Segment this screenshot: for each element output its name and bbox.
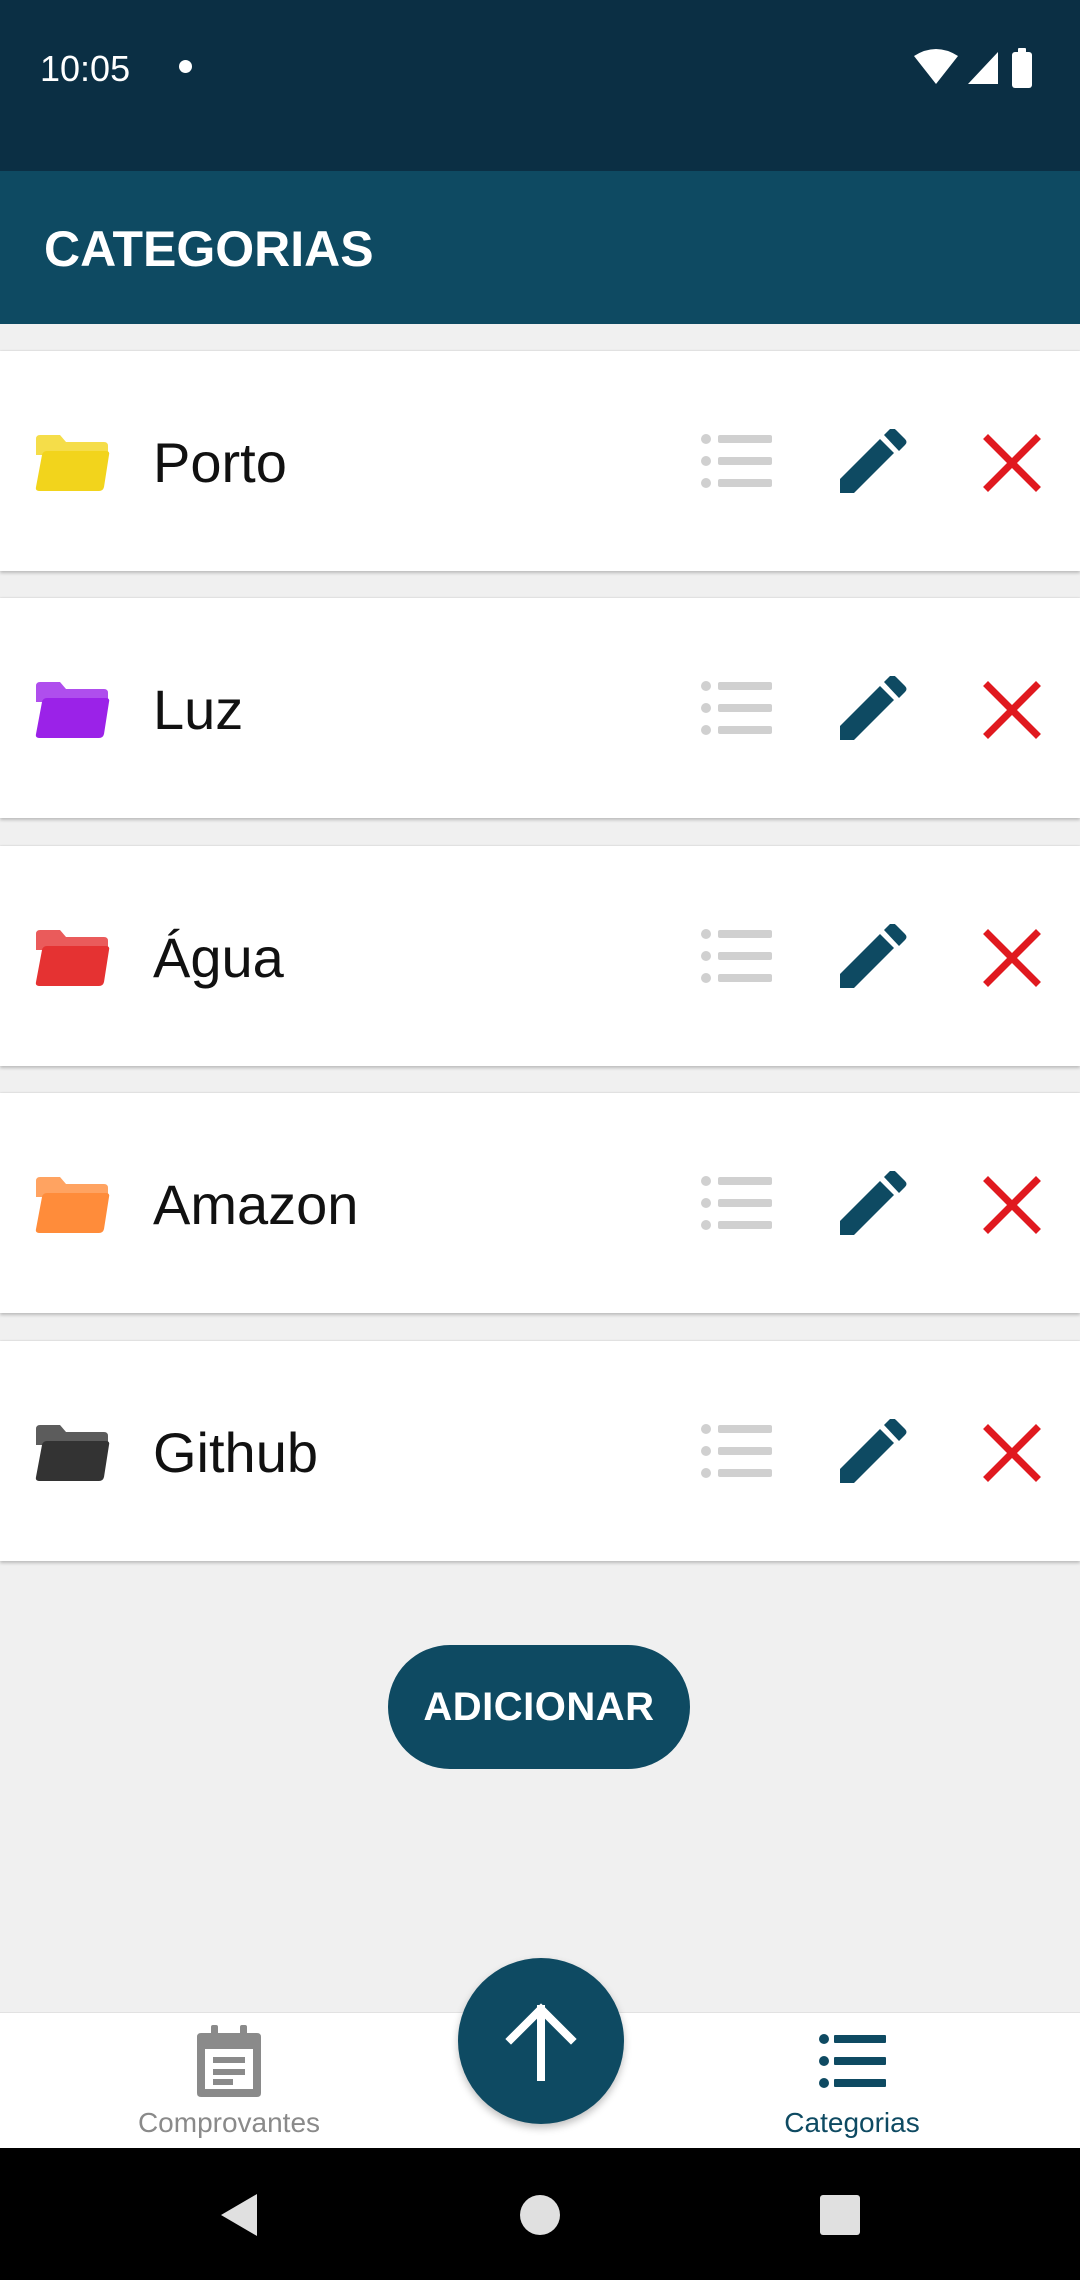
list-icon[interactable]	[700, 1175, 772, 1231]
notification-dot-icon	[179, 60, 192, 73]
wifi-icon	[914, 49, 958, 84]
status-bar: 10:05	[0, 0, 1080, 171]
category-name: Github	[153, 1421, 318, 1484]
delete-x-icon[interactable]	[980, 1421, 1044, 1485]
folder-icon	[35, 1425, 110, 1481]
add-category-button[interactable]: ADICIONAR	[388, 1645, 690, 1769]
list-icon[interactable]	[700, 680, 772, 736]
nav-label-categorias: Categorias	[784, 2107, 920, 2138]
folder-icon	[35, 930, 110, 986]
category-card[interactable]: Porto	[0, 351, 1080, 571]
category-card[interactable]: Github	[0, 1341, 1080, 1561]
folder-icon	[35, 682, 110, 738]
category-name: Porto	[153, 431, 287, 494]
battery-icon	[1012, 48, 1032, 88]
category-card[interactable]: Luz	[0, 598, 1080, 818]
list-icon[interactable]	[700, 433, 772, 489]
delete-x-icon[interactable]	[980, 678, 1044, 742]
edit-pencil-icon[interactable]	[836, 676, 908, 742]
arrow-up-icon	[505, 2003, 577, 2081]
list-icon[interactable]	[700, 1423, 772, 1479]
signal-icon	[968, 52, 998, 84]
delete-x-icon[interactable]	[980, 431, 1044, 495]
category-card[interactable]: Amazon	[0, 1093, 1080, 1313]
category-name: Água	[153, 926, 284, 989]
status-icons	[914, 48, 1044, 88]
upload-fab-button[interactable]	[458, 1958, 624, 2124]
nav-item-comprovantes[interactable]: Comprovantes	[79, 2013, 379, 2149]
folder-icon	[35, 1177, 110, 1233]
category-card[interactable]: Água	[0, 846, 1080, 1066]
delete-x-icon[interactable]	[980, 1173, 1044, 1237]
system-navigation-bar	[0, 2148, 1080, 2280]
back-icon[interactable]	[215, 2190, 265, 2240]
receipt-icon	[197, 2025, 261, 2097]
edit-pencil-icon[interactable]	[836, 1419, 908, 1485]
status-time: 10:05	[40, 48, 131, 89]
edit-pencil-icon[interactable]	[836, 1171, 908, 1237]
category-name: Amazon	[153, 1173, 359, 1236]
page-title: CATEGORIAS	[44, 221, 374, 277]
folder-icon	[35, 435, 110, 491]
edit-pencil-icon[interactable]	[836, 429, 908, 495]
list-icon[interactable]	[700, 928, 772, 984]
category-name: Luz	[153, 678, 244, 741]
delete-x-icon[interactable]	[980, 926, 1044, 990]
recents-icon[interactable]	[815, 2190, 865, 2240]
nav-item-categorias[interactable]: Categorias	[702, 2013, 1002, 2149]
app-bar: CATEGORIAS	[0, 171, 1080, 324]
nav-label-comprovantes: Comprovantes	[137, 2107, 321, 2138]
list-icon	[819, 2034, 886, 2088]
home-icon[interactable]	[515, 2190, 565, 2240]
edit-pencil-icon[interactable]	[836, 924, 908, 990]
